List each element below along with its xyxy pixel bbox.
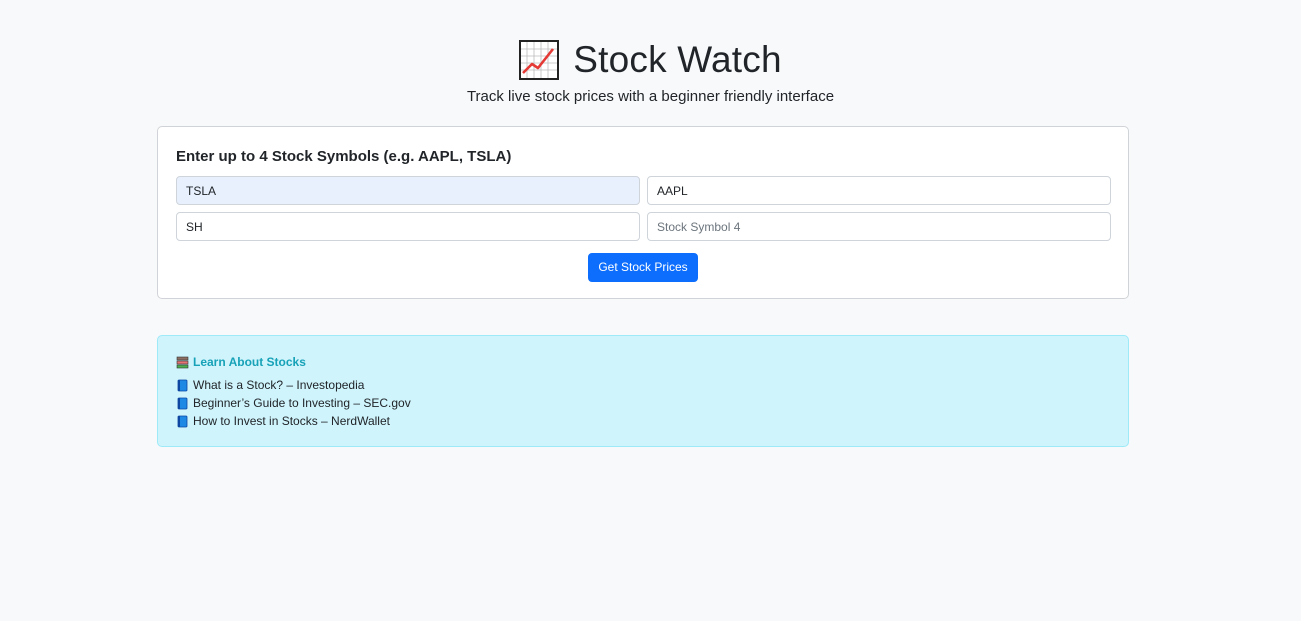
title-row: Stock Watch <box>0 38 1301 82</box>
learn-link-sec[interactable]: Beginner’s Guide to Investing – SEC.gov <box>193 396 411 410</box>
stock-symbol-input-2[interactable] <box>647 176 1111 205</box>
learn-heading: Learn About Stocks <box>176 354 1110 370</box>
stock-symbol-form: Enter up to 4 Stock Symbols (e.g. AAPL, … <box>157 126 1129 299</box>
books-icon <box>176 356 189 368</box>
blue-book-icon <box>177 415 188 427</box>
learn-link-item[interactable]: Beginner’s Guide to Investing – SEC.gov <box>176 394 1110 412</box>
stock-symbol-input-1[interactable] <box>176 176 640 205</box>
learn-links-list: What is a Stock? – Investopedia Beginner… <box>176 376 1110 430</box>
learn-link-item[interactable]: What is a Stock? – Investopedia <box>176 376 1110 394</box>
blue-book-icon <box>177 379 188 391</box>
form-heading: Enter up to 4 Stock Symbols (e.g. AAPL, … <box>176 148 512 165</box>
learn-about-stocks-panel: Learn About Stocks What is a Stock? – In… <box>157 335 1129 447</box>
learn-link-nerdwallet[interactable]: How to Invest in Stocks – NerdWallet <box>193 414 390 428</box>
page-title: Stock Watch <box>573 39 782 80</box>
learn-heading-label: Learn About Stocks <box>193 355 306 369</box>
page-subtitle: Track live stock prices with a beginner … <box>466 88 835 105</box>
learn-link-investopedia[interactable]: What is a Stock? – Investopedia <box>193 378 364 392</box>
submit-row: Get Stock Prices <box>176 253 1110 282</box>
get-stock-prices-button[interactable]: Get Stock Prices <box>588 253 698 282</box>
symbol-inputs-grid <box>176 176 1111 241</box>
blue-book-icon <box>177 397 188 409</box>
chart-increasing-icon <box>519 40 560 80</box>
stock-symbol-input-3[interactable] <box>176 212 640 241</box>
stock-symbol-input-4[interactable] <box>647 212 1111 241</box>
page-header: Stock Watch Track live stock prices with… <box>0 0 1301 105</box>
learn-link-item[interactable]: How to Invest in Stocks – NerdWallet <box>176 412 1110 430</box>
